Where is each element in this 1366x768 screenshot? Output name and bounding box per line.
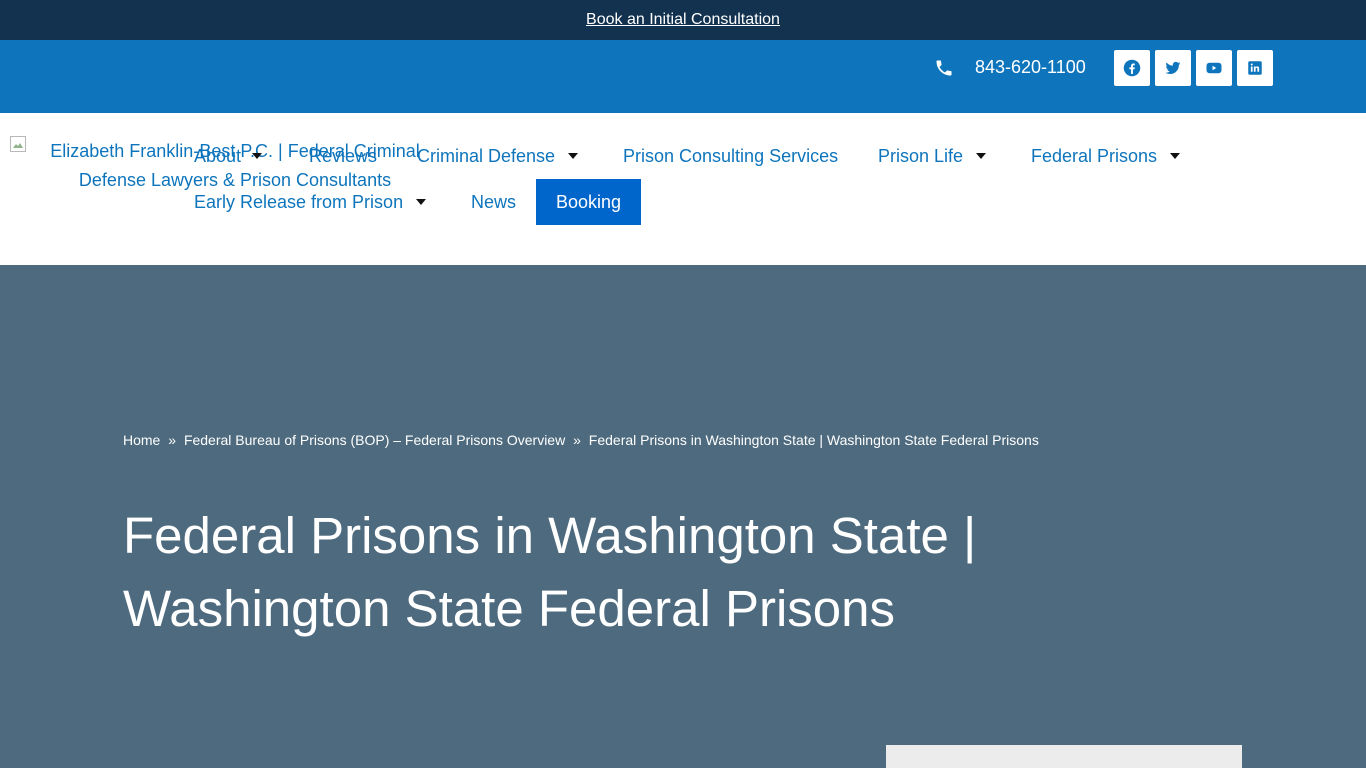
nav-criminal-defense[interactable]: Criminal Defense [417,134,579,178]
phone-icon [936,60,952,76]
page-title-line1: Federal Prisons in Washington State | [123,507,977,564]
breadcrumb-bop-overview[interactable]: Federal Bureau of Prisons (BOP) – Federa… [184,432,565,448]
youtube-icon [1206,62,1222,74]
breadcrumb: Home » Federal Bureau of Prisons (BOP) –… [123,432,1039,448]
breadcrumb-separator: » [168,432,177,448]
site-header: Elizabeth Franklin-Best P.C. | Federal C… [0,113,1366,265]
nav-news[interactable]: News [471,180,516,224]
linkedin-icon [1248,61,1262,75]
linkedin-button[interactable] [1237,50,1273,86]
nav-federal-prisons[interactable]: Federal Prisons [1031,134,1181,178]
announcement-bar: Book an Initial Consultation [0,0,1366,40]
page-hero: Home » Federal Bureau of Prisons (BOP) –… [0,265,1366,768]
nav-prison-consulting[interactable]: Prison Consulting Services [623,134,838,178]
nav-news-label: News [471,191,517,212]
page-title-line2: Washington State Federal Prisons [123,580,895,637]
nav-about-label: About [194,145,242,166]
sidebar-panel [886,745,1242,768]
nav-reviews-label: Reviews [309,145,378,166]
chevron-down-icon [252,153,263,159]
breadcrumb-current: Federal Prisons in Washington State | Wa… [588,432,1039,448]
youtube-button[interactable] [1196,50,1232,86]
nav-prison-consulting-label: Prison Consulting Services [623,145,839,166]
phone-number[interactable]: 843-620-1100 [975,57,1086,78]
chevron-down-icon [1170,153,1181,159]
chevron-down-icon [976,153,987,159]
chevron-down-icon [416,199,427,205]
breadcrumb-home[interactable]: Home [123,432,160,448]
nav-prison-life[interactable]: Prison Life [878,134,987,178]
chevron-down-icon [568,153,579,159]
nav-early-release[interactable]: Early Release from Prison [194,180,427,224]
nav-federal-prisons-label: Federal Prisons [1031,145,1158,166]
breadcrumb-separator: » [573,432,581,448]
nav-early-release-label: Early Release from Prison [194,191,404,212]
nav-reviews[interactable]: Reviews [309,134,377,178]
broken-image-icon [10,136,26,152]
nav-criminal-defense-label: Criminal Defense [417,145,556,166]
book-consultation-link[interactable]: Book an Initial Consultation [586,11,780,29]
facebook-icon [1123,59,1141,77]
twitter-button[interactable] [1155,50,1191,86]
contact-bar: 843-620-1100 [0,40,1366,113]
nav-prison-life-label: Prison Life [878,145,964,166]
page-title: Federal Prisons in Washington State | Wa… [123,499,1083,645]
facebook-button[interactable] [1114,50,1150,86]
booking-button[interactable]: Booking [536,179,641,225]
twitter-icon [1165,61,1181,74]
nav-about[interactable]: About [194,134,263,178]
